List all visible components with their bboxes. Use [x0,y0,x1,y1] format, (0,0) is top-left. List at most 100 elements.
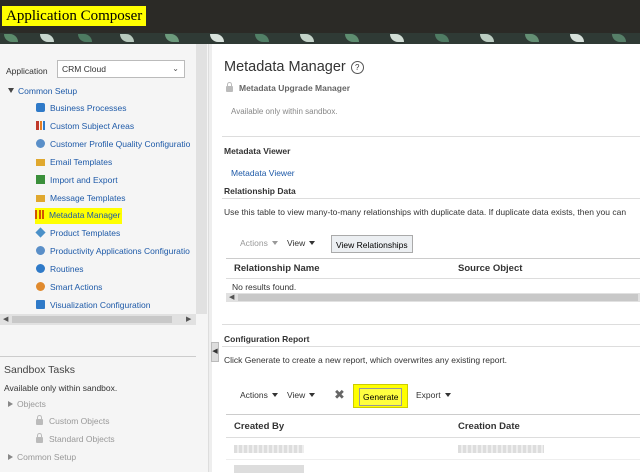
sandbox-note: Available only within sandbox. [4,383,118,393]
sandbox-tasks-title: Sandbox Tasks [4,364,76,376]
column-header-relationship-name[interactable]: Relationship Name [234,263,320,274]
lock-icon [36,415,43,425]
delete-x-icon[interactable]: ✖ [334,387,345,403]
actions-label: Actions [240,238,268,248]
configuration-description: Click Generate to create a new report, w… [224,355,507,365]
sidebar-item-business-processes[interactable]: Business Processes [36,103,127,117]
chevron-down-icon: ⌄ [172,64,179,73]
view-menu-2[interactable]: View [287,390,316,400]
sidebar-item-visualization[interactable]: Visualization Configuration [36,300,151,314]
collapse-triangle-icon [8,88,14,93]
divider [222,346,640,347]
bar-chart-icon [36,121,45,130]
smart-actions-icon [36,282,45,291]
sidebar-item-label: Email Templates [50,157,113,167]
sidebar-item-product-templates[interactable]: Product Templates [35,227,120,242]
sidebar-item-metadata-manager[interactable]: Metadata Manager [35,208,123,224]
actions-label: Actions [240,390,268,400]
sidebar-item-label: Business Processes [50,103,127,113]
sidebar-item-custom-subject-areas[interactable]: Custom Subject Areas [36,121,134,135]
sidebar-item-label: Smart Actions [50,282,103,292]
sidebar-item-label: Routines [50,264,84,274]
sidebar-item-productivity-apps[interactable]: Productivity Applications Configuratio [36,246,190,260]
import-export-icon [36,175,45,184]
application-select[interactable]: CRM Cloud ⌄ [57,60,185,78]
sidebar-horizontal-scrollbar[interactable]: ◀ ▶ [0,314,196,325]
custom-objects-item: Custom Objects [36,415,109,426]
routines-icon [36,264,45,273]
actions-menu[interactable]: Actions [240,238,278,248]
metadata-icon [35,210,44,219]
generate-label: Generate [359,388,403,406]
decorative-banner [0,33,640,44]
scroll-right-arrow-icon[interactable]: ▶ [186,315,191,323]
common-setup-2-label: Common Setup [17,452,77,462]
sidebar-vertical-scrollbar[interactable] [196,44,207,314]
relationship-data-heading: Relationship Data [224,186,296,196]
actions-menu-2[interactable]: Actions [240,390,278,400]
email-icon [36,159,45,166]
export-menu[interactable]: Export [416,390,451,400]
collapse-panel-button[interactable]: ◀ [211,342,219,362]
table-horizontal-scrollbar[interactable]: ◀ [226,293,640,302]
redacted-created-by [234,445,304,453]
sidebar-item-routines[interactable]: Routines [36,264,84,278]
metadata-upgrade-manager: Metadata Upgrade Manager [226,82,350,93]
view-label: View [287,238,306,248]
common-setup-toggle[interactable]: Common Setup [8,86,77,96]
visualization-icon [36,300,45,309]
dropdown-icon [309,393,316,397]
standard-objects-label: Standard Objects [49,434,115,444]
upgrade-label: Metadata Upgrade Manager [239,83,350,93]
dropdown-icon [271,241,278,245]
sidebar-item-email-templates[interactable]: Email Templates [36,157,112,171]
export-label: Export [416,390,441,400]
sidebar-item-smart-actions[interactable]: Smart Actions [36,282,102,296]
scroll-left-arrow-icon[interactable]: ◀ [3,315,8,323]
sidebar-item-import-export[interactable]: Import and Export [36,175,118,189]
page-title: Metadata Manager [224,59,346,75]
header-divider [226,278,640,279]
metadata-viewer-heading: Metadata Viewer [224,146,291,156]
divider [222,136,640,137]
common-setup-2-toggle: Common Setup [8,452,76,462]
column-header-source-object[interactable]: Source Object [458,263,522,274]
sidebar-item-label: Visualization Configuration [50,300,151,310]
expand-triangle-icon [8,454,13,460]
scrollbar-thumb[interactable] [238,294,638,301]
generate-button[interactable]: Generate [353,384,409,408]
common-setup-label: Common Setup [18,86,78,96]
productivity-icon [36,246,45,255]
main-content: Metadata Manager? Metadata Upgrade Manag… [222,44,640,473]
configuration-report-table: Created By Creation Date [226,414,640,473]
app-header: Application Composer [0,0,640,33]
message-icon [36,195,45,202]
view-menu[interactable]: View [287,238,316,248]
relationship-description: Use this table to view many-to-many rela… [224,207,627,217]
sidebar-item-customer-profile-quality[interactable]: Customer Profile Quality Configuratio [36,139,190,153]
view-label: View [287,390,306,400]
divider [222,324,640,325]
no-results-text: No results found. [232,282,297,292]
scrollbar-thumb[interactable] [12,316,172,323]
gear-people-icon [36,139,45,148]
sidebar-item-label: Productivity Applications Configuratio [50,246,190,256]
dropdown-icon [444,393,451,397]
sidebar-item-label: Custom Subject Areas [50,121,135,131]
redacted-creation-date [458,445,544,453]
help-icon[interactable]: ? [350,61,364,74]
relationship-table: Relationship Name Source Object No resul… [226,258,640,303]
view-relationships-button[interactable]: View Relationships [331,235,413,253]
column-header-created-by[interactable]: Created By [234,421,284,432]
column-header-creation-date[interactable]: Creation Date [458,421,520,432]
sidebar-item-label: Message Templates [50,193,126,203]
sidebar-item-label: Customer Profile Quality Configuratio [50,139,191,149]
application-label: Application [6,66,48,76]
app-title: Application Composer [2,6,147,26]
dropdown-icon [271,393,278,397]
metadata-viewer-link[interactable]: Metadata Viewer [231,168,295,178]
panel-splitter[interactable] [209,44,212,472]
scroll-left-arrow-icon[interactable]: ◀ [229,293,234,301]
sidebar-item-message-templates[interactable]: Message Templates [36,193,125,207]
available-note: Available only within sandbox. [231,107,338,116]
